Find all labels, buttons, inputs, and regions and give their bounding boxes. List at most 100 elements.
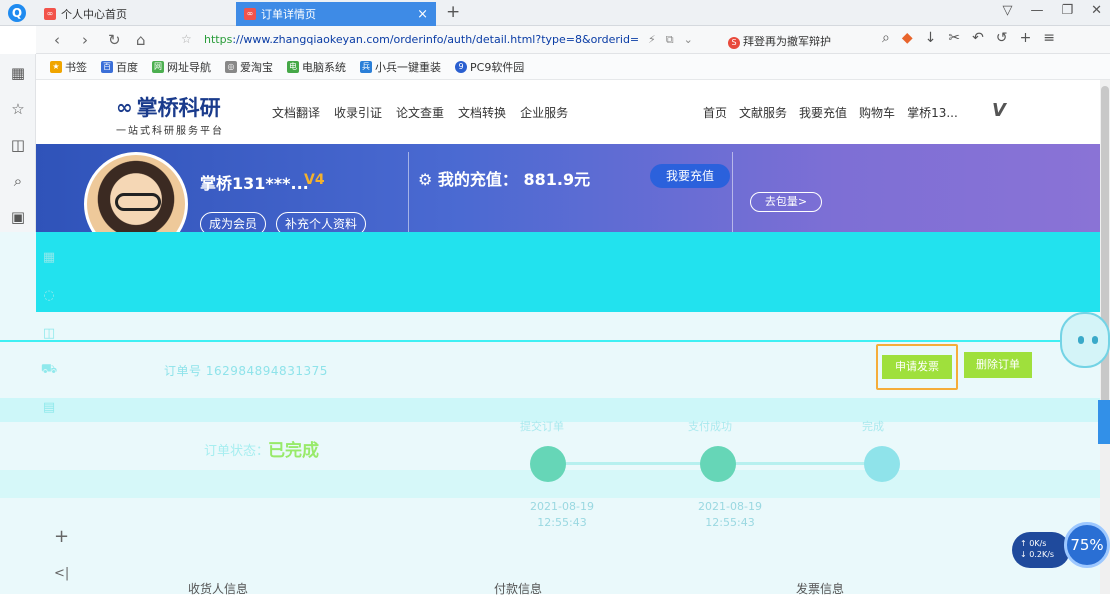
- site-favicon-icon: ∞: [244, 8, 256, 20]
- recharge-button[interactable]: 我要充值: [650, 164, 730, 188]
- delete-order-button[interactable]: 删除订单: [964, 352, 1032, 378]
- news-ticker[interactable]: S 拜登再为撤军辩护: [728, 33, 831, 49]
- toolbar-icons: ⌕ ◆ ↓ ✂ ↶ ↺ + ≡: [882, 30, 1055, 46]
- site-logo[interactable]: ∞ 掌桥科研 一站式科研服务平台: [116, 92, 224, 137]
- tab-order-detail[interactable]: ∞ 订单详情页 ×: [236, 2, 436, 26]
- bookmark-item[interactable]: 电电脑系统: [287, 59, 346, 75]
- step-title: 支付成功: [688, 420, 732, 433]
- star-icon: ★: [50, 60, 62, 73]
- memory-usage-ring[interactable]: 75%: [1064, 522, 1110, 568]
- invoice-info-heading: 发票信息: [796, 582, 845, 596]
- step-title: 完成: [862, 420, 884, 433]
- infinity-logo-icon: ∞: [116, 95, 133, 119]
- browser-logo-icon[interactable]: Q: [8, 4, 26, 22]
- undo-icon[interactable]: ↶: [972, 30, 984, 46]
- book-icon[interactable]: ◫: [40, 326, 58, 344]
- bookmark-item[interactable]: ★ 书签: [50, 59, 87, 75]
- video-icon[interactable]: ▣: [9, 208, 27, 226]
- bookmark-item[interactable]: 9 PC9软件园: [455, 59, 524, 75]
- step-connector: [732, 462, 872, 465]
- step-date: 2021-08-19: [530, 500, 594, 513]
- customer-service-robot-icon[interactable]: [1060, 312, 1110, 368]
- bookmark-label: 百度: [116, 60, 138, 74]
- add-icon[interactable]: +: [1020, 30, 1032, 46]
- restore-icon[interactable]: ❐: [1061, 3, 1073, 18]
- chevron-down-icon[interactable]: ⌄: [684, 33, 693, 47]
- site-header: ∞ 掌桥科研 一站式科研服务平台 文档翻译 收录引证 论文查重 文档转换 企业服务…: [36, 80, 1100, 144]
- apply-invoice-button[interactable]: 申请发票: [882, 355, 952, 379]
- close-window-icon[interactable]: ✕: [1091, 3, 1102, 18]
- nav-item-account[interactable]: 掌桥13...: [907, 104, 958, 121]
- bookmark-item[interactable]: 网网址导航: [152, 59, 211, 75]
- nav-item-cart[interactable]: 购物车: [859, 104, 895, 121]
- nav-item-convert[interactable]: 文档转换: [458, 104, 506, 121]
- package-button[interactable]: 去包量>: [750, 192, 822, 212]
- favorite-icon[interactable]: ☆: [9, 100, 27, 118]
- new-tab-button[interactable]: +: [446, 2, 460, 22]
- nav-item-home[interactable]: 首页: [703, 104, 727, 121]
- nav-item-plagiarism[interactable]: 论文查重: [396, 104, 444, 121]
- main-nav: 文档翻译 收录引证 论文查重 文档转换 企业服务: [272, 104, 568, 121]
- bookmark-item[interactable]: ◎ 爱淘宝: [225, 59, 273, 75]
- network-speed-widget: ↑ 0K/s ↓ 0.2K/s: [1012, 532, 1070, 568]
- chat-icon[interactable]: ◌: [40, 288, 58, 306]
- order-status-value: 已完成: [268, 441, 319, 461]
- document-icon[interactable]: ▤: [40, 400, 58, 418]
- bookmark-label: 网址导航: [167, 60, 211, 74]
- calendar-icon[interactable]: ▦: [40, 250, 58, 268]
- nav-item-citation[interactable]: 收录引证: [334, 104, 382, 121]
- calendar-icon[interactable]: ▦: [9, 64, 27, 82]
- nav-site-icon: 网: [152, 60, 164, 73]
- flash-icon[interactable]: ⚡: [648, 33, 656, 47]
- download-icon[interactable]: ↓: [925, 30, 937, 46]
- url-input[interactable]: https://www.zhangqiaokeyan.com/orderinfo…: [204, 33, 674, 46]
- logo-text: 掌桥科研: [136, 96, 221, 120]
- robot-eye: [1078, 336, 1084, 344]
- close-icon[interactable]: ×: [417, 7, 428, 22]
- tab-label: 订单详情页: [261, 8, 316, 21]
- logo-subtitle: 一站式科研服务平台: [116, 126, 224, 137]
- bookmark-item[interactable]: 兵小兵一键重装: [360, 59, 441, 75]
- recharge-label: 我的充值：: [437, 170, 518, 189]
- skin-icon[interactable]: ▽: [1002, 3, 1012, 18]
- home-icon[interactable]: ⌂: [136, 31, 146, 49]
- avatar-glasses: [115, 193, 161, 211]
- bookmark-star-icon[interactable]: ☆: [181, 32, 192, 46]
- share-icon[interactable]: ⧉: [666, 33, 674, 47]
- tab-user-center[interactable]: ∞ 个人中心首页: [36, 2, 233, 26]
- cart-icon[interactable]: ⛟: [40, 362, 58, 380]
- book-icon[interactable]: ◫: [9, 136, 27, 154]
- order-number-label: 订单号: [164, 364, 202, 378]
- search-icon[interactable]: ⌕: [882, 30, 890, 46]
- refresh-icon[interactable]: ↻: [108, 31, 121, 49]
- nav-item-literature[interactable]: 文献服务: [739, 104, 787, 121]
- recharge-info: ⚙ 我的充值： 881.9元: [418, 166, 590, 190]
- step-connector: [562, 462, 702, 465]
- download-speed-value: 0.2K/s: [1029, 550, 1055, 559]
- cut-icon[interactable]: ✂: [948, 30, 960, 46]
- nav-item-translate[interactable]: 文档翻译: [272, 104, 320, 121]
- collapse-sidebar-icon[interactable]: <|: [54, 566, 69, 581]
- url-scheme: https: [204, 33, 233, 46]
- site-favicon-icon: ∞: [44, 8, 56, 20]
- bookmark-item[interactable]: 百百度: [101, 59, 138, 75]
- menu-icon[interactable]: ≡: [1043, 30, 1055, 46]
- bookmark-label: 小兵一键重装: [375, 60, 441, 74]
- nav-item-recharge[interactable]: 我要充值: [799, 104, 847, 121]
- back-icon[interactable]: ‹: [54, 31, 60, 49]
- recharge-amount: 881.9元: [523, 170, 591, 189]
- bookmark-label: 书签: [65, 60, 87, 74]
- game-icon[interactable]: ◆: [902, 30, 913, 46]
- scrollbar-thumb[interactable]: [1101, 86, 1109, 436]
- minimize-icon[interactable]: —: [1030, 3, 1043, 18]
- add-icon[interactable]: +: [54, 526, 69, 547]
- forward-icon[interactable]: ›: [82, 31, 88, 49]
- order-number-value: 162984894831375: [205, 364, 328, 378]
- history-icon[interactable]: ↺: [996, 30, 1008, 46]
- reinstall-icon: 兵: [360, 60, 372, 73]
- banner-divider: [732, 152, 733, 232]
- nav-item-enterprise[interactable]: 企业服务: [520, 104, 568, 121]
- window-controls: ▽ — ❐ ✕: [1002, 3, 1102, 18]
- search-icon[interactable]: ⌕: [9, 172, 27, 190]
- pc9-icon: 9: [455, 60, 467, 73]
